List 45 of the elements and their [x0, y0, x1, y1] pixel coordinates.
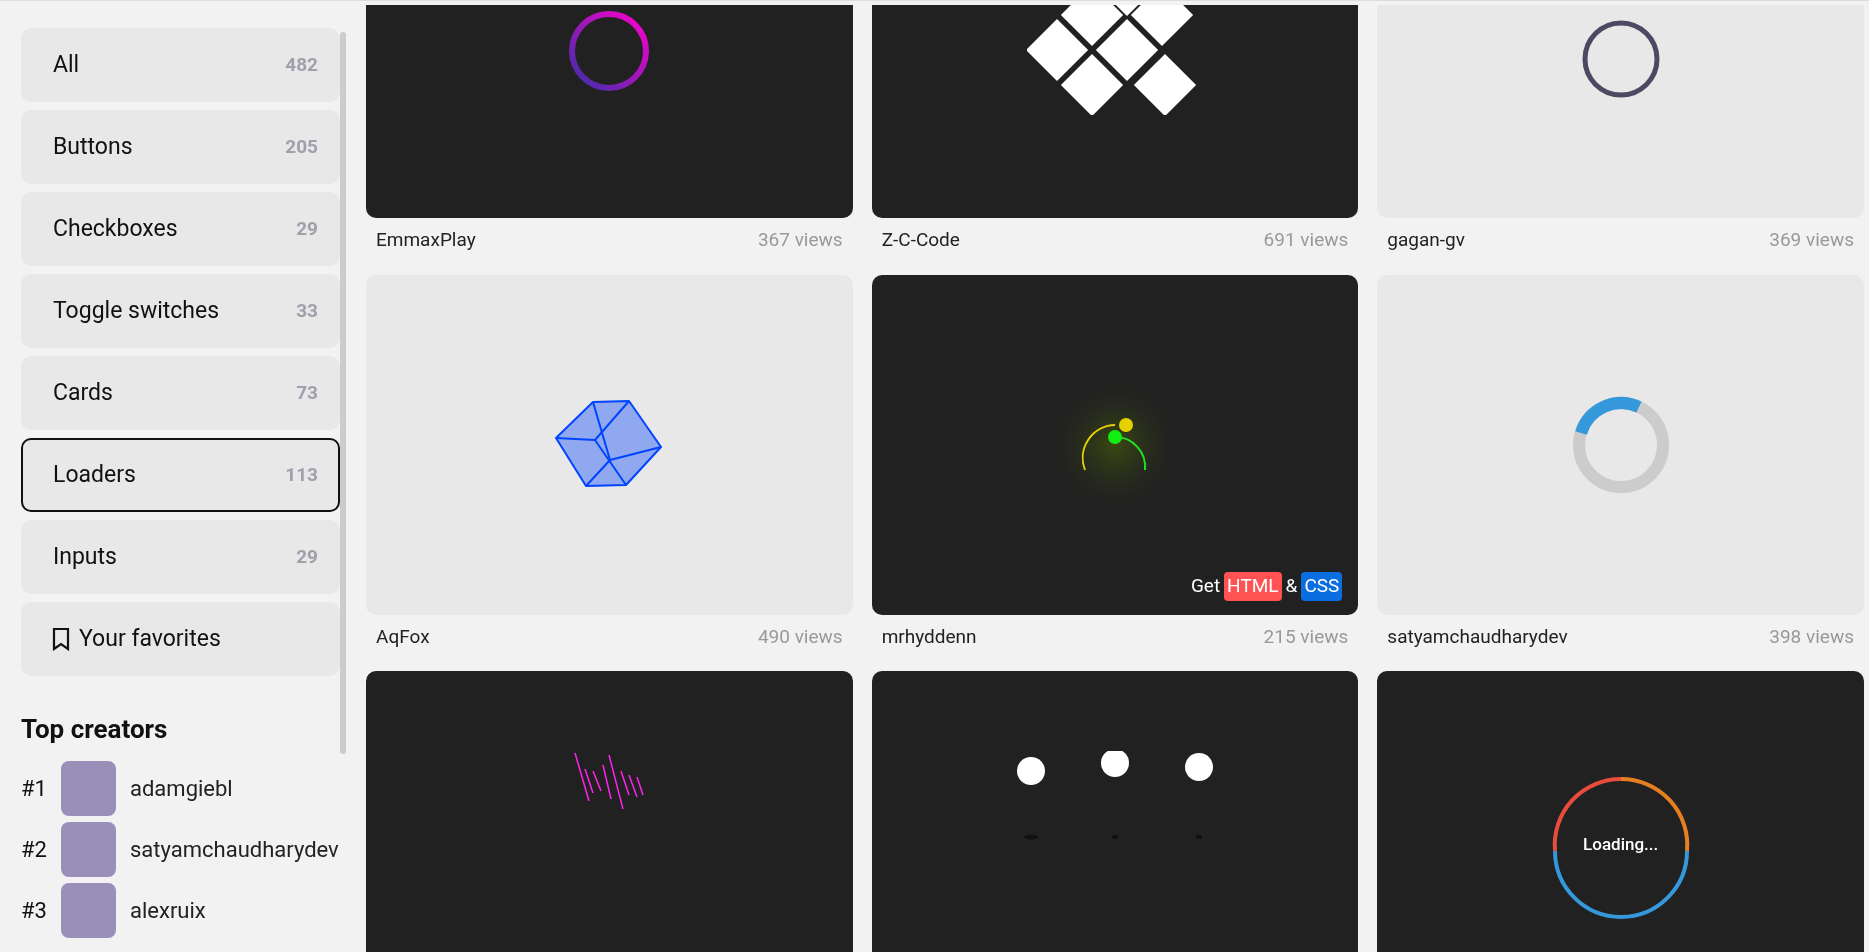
html-tag: HTML — [1224, 572, 1282, 601]
ampersand-text: & — [1285, 573, 1298, 599]
views-count: 369 views — [1769, 227, 1854, 253]
section-heading: Top creators — [21, 713, 169, 746]
author-link[interactable]: satyamchaudharydev — [1387, 622, 1568, 651]
views-count: 215 views — [1263, 623, 1349, 650]
loader-preview[interactable]: Get HTML & CSS — [871, 274, 1359, 615]
css-tag: CSS — [1301, 572, 1343, 601]
avatar[interactable] — [61, 822, 116, 877]
spinner-icon — [1570, 394, 1671, 495]
author-link[interactable]: mrhyddenn — [881, 622, 977, 651]
gradient-ring-icon — [567, 9, 652, 93]
category-item[interactable]: Inputs 29 — [21, 520, 340, 594]
views-count: 691 views — [1263, 227, 1349, 253]
rank-text: #2 — [21, 836, 48, 864]
author-link[interactable]: EmmaxPlay — [376, 226, 476, 255]
creator-link[interactable]: alexruix — [130, 894, 206, 927]
creator-link[interactable]: adamgiebl — [130, 772, 233, 805]
avatar[interactable] — [61, 761, 116, 816]
category-item[interactable]: Loaders 113 — [21, 438, 340, 512]
views-count: 398 views — [1769, 623, 1854, 650]
loading-text: Loading... — [1583, 833, 1659, 857]
category-item[interactable]: All 482 — [21, 28, 340, 102]
author-link[interactable]: gagan-gv — [1387, 226, 1465, 255]
scrollbar[interactable] — [340, 32, 346, 754]
bookmark-icon — [51, 627, 71, 651]
views-count: 367 views — [757, 227, 843, 253]
author-link[interactable]: Z-C-Code — [881, 226, 960, 255]
category-item[interactable]: Toggle switches 33 — [21, 274, 340, 348]
loader-preview[interactable] — [871, 5, 1359, 218]
loader-preview[interactable]: Loading... — [1377, 671, 1864, 952]
category-item[interactable]: Checkboxes 29 — [21, 192, 340, 266]
rank-text: #1 — [21, 775, 48, 803]
category-item[interactable]: Buttons 205 — [21, 110, 340, 184]
ring-icon — [1580, 19, 1661, 99]
avatar[interactable] — [61, 883, 116, 938]
creator-link[interactable]: satyamchaudharydev — [130, 833, 339, 866]
views-count: 490 views — [757, 623, 843, 650]
rank-text: #3 — [21, 897, 48, 925]
bouncing-dots-icon — [1015, 751, 1215, 841]
category-item[interactable]: Cards 73 — [21, 356, 340, 430]
author-link[interactable]: AqFox — [376, 622, 430, 651]
cube-icon — [555, 399, 664, 490]
favorites-button[interactable]: Your favorites — [21, 602, 340, 676]
get-text: Get — [1190, 573, 1221, 599]
